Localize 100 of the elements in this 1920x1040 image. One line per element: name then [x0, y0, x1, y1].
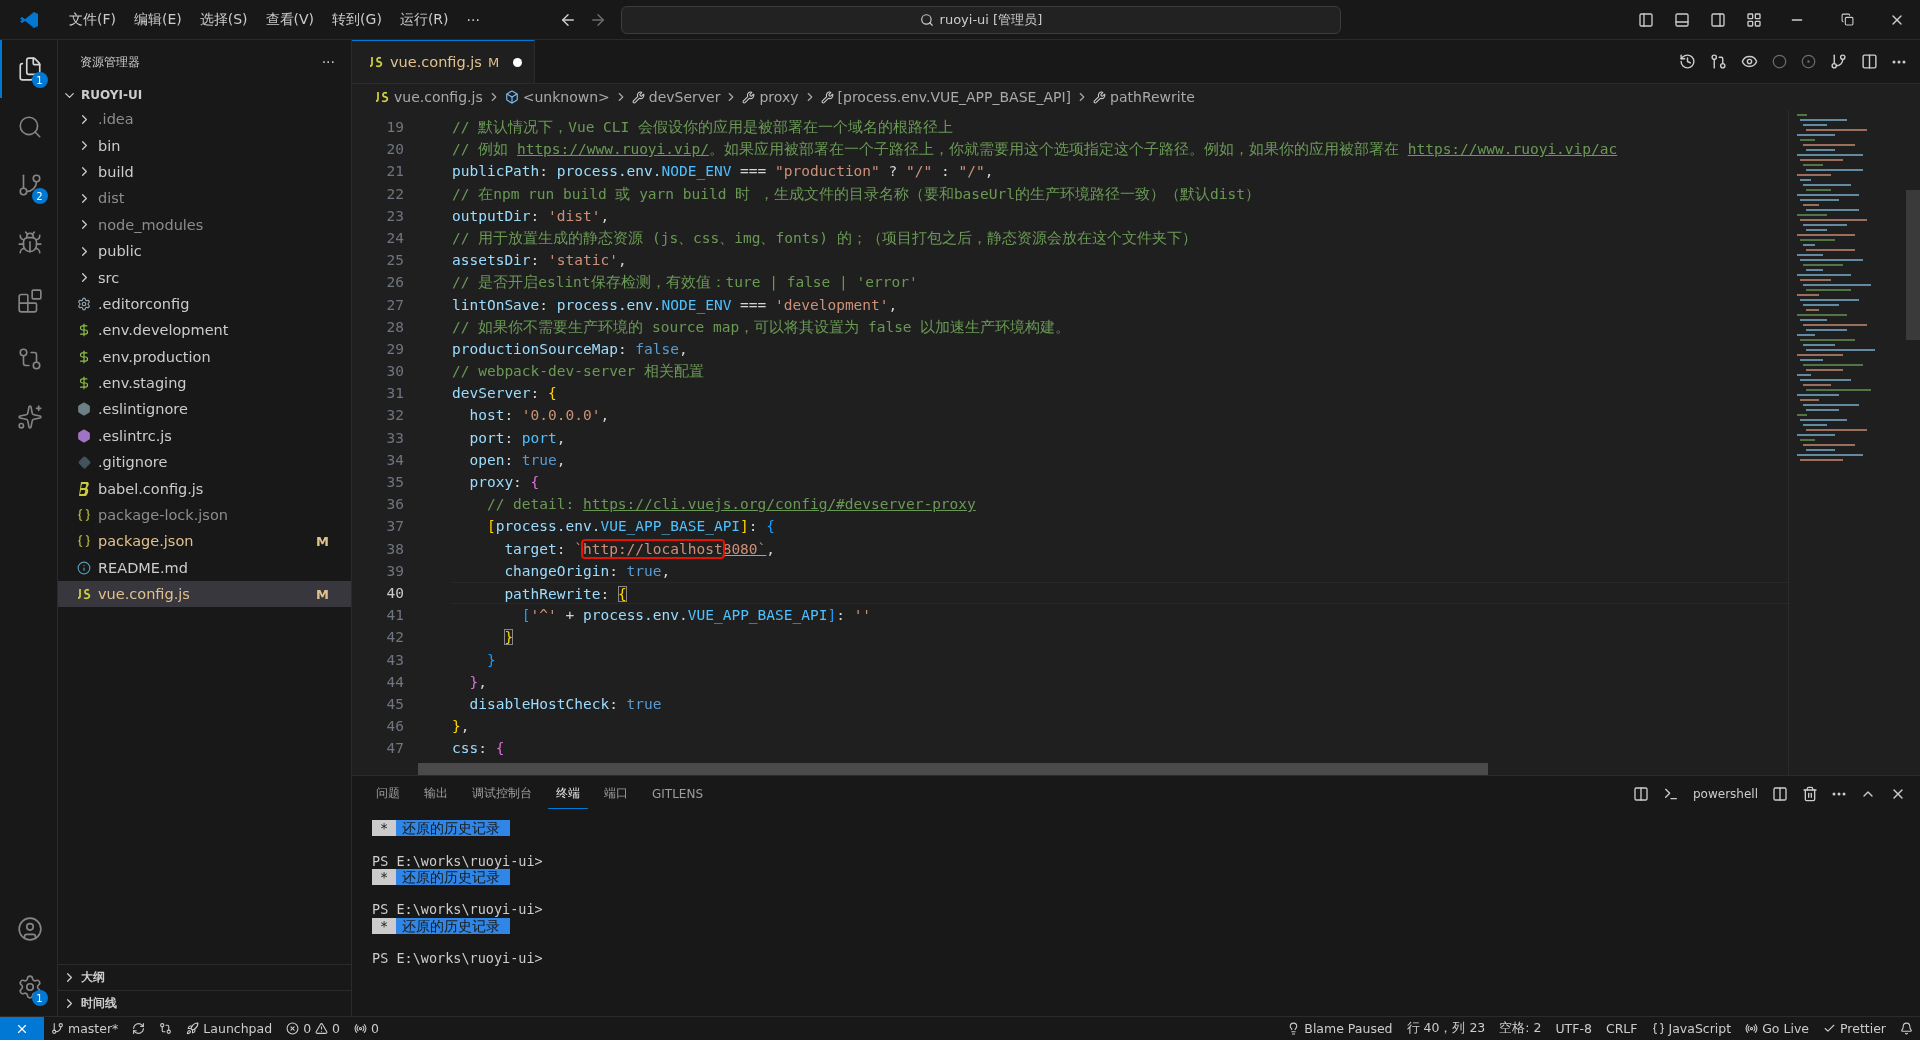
- info-icon: [77, 560, 91, 575]
- menu-item[interactable]: ···: [459, 7, 487, 32]
- folder-item[interactable]: public: [58, 237, 351, 265]
- terminal-name[interactable]: powershell: [1693, 787, 1758, 801]
- status-item[interactable]: CRLF: [1598, 1021, 1645, 1036]
- file-item[interactable]: babel.config.js: [58, 475, 351, 502]
- branch-circle-icon: [1830, 53, 1847, 70]
- menu-item[interactable]: 文件(F): [62, 6, 123, 33]
- braces-icon: [77, 508, 91, 523]
- file-item[interactable]: vue.config.js M: [58, 581, 351, 608]
- panel-tab[interactable]: 端口: [596, 779, 636, 809]
- menu-item[interactable]: 运行(R): [392, 6, 456, 33]
- file-item[interactable]: .eslintignore: [58, 396, 351, 423]
- file-item[interactable]: package-lock.json: [58, 501, 351, 529]
- more-actions[interactable]: ···: [321, 54, 335, 70]
- history-label: 还原的历史记录: [396, 869, 511, 886]
- breadcrumb-item[interactable]: [process.env.VUE_APP_BASE_API]: [820, 89, 1072, 105]
- code-line: }: [485, 650, 497, 670]
- panel-tab[interactable]: GITLENS: [644, 780, 712, 808]
- code-line: open: true,: [468, 450, 567, 470]
- line-number: 19: [386, 118, 404, 137]
- file-item[interactable]: .eslintrc.js: [58, 422, 351, 450]
- js-file-icon: [76, 588, 92, 601]
- code-line: // 是否开启eslint保存检测，有效值：ture | false | 'error': [452, 273, 919, 293]
- panel-tab[interactable]: 输出: [416, 779, 456, 809]
- file-item[interactable]: .gitignore: [58, 449, 351, 476]
- file-name: .eslintrc.js: [98, 427, 173, 444]
- folder-root[interactable]: RUOYI-UI: [58, 84, 351, 106]
- status-item[interactable]: 空格: 2: [1492, 1020, 1549, 1037]
- folder-item[interactable]: bin: [58, 132, 351, 159]
- more-icon[interactable]: [1832, 792, 1846, 796]
- sidebar-title: 资源管理器: [80, 53, 140, 71]
- line-number: 42: [386, 628, 404, 648]
- line-number: 44: [386, 672, 404, 692]
- branch-status[interactable]: master*: [44, 1021, 126, 1036]
- file-name: .env.development: [98, 322, 230, 339]
- code-line: disableHostCheck: true: [468, 694, 663, 714]
- menu-item[interactable]: 转到(G): [325, 6, 389, 33]
- braces-icon: [77, 534, 91, 549]
- code-line: }: [503, 628, 515, 648]
- code-line: css: {: [452, 739, 506, 759]
- history-marker: *: [372, 917, 397, 934]
- problems-status[interactable]: 0 0: [279, 1021, 348, 1036]
- launchpad-status[interactable]: Launchpad: [179, 1021, 280, 1036]
- file-item[interactable]: .env.production: [58, 343, 351, 370]
- breadcrumb-item[interactable]: vue.config.js: [374, 89, 483, 105]
- file-item[interactable]: README.md: [58, 554, 351, 582]
- file-item[interactable]: package.json M: [58, 528, 351, 555]
- status-item[interactable]: Go Live: [1738, 1021, 1816, 1036]
- line-number: 28: [386, 317, 404, 337]
- activity-bar-item[interactable]: 2: [0, 156, 58, 214]
- scrollbar-thumb[interactable]: [1906, 190, 1920, 340]
- file-item[interactable]: .editorconfig: [58, 290, 351, 318]
- line-number: 24: [386, 228, 404, 248]
- file-name: .gitignore: [98, 454, 169, 471]
- breadcrumb-item[interactable]: devServer: [631, 89, 721, 105]
- command-center-search[interactable]: ruoyi-ui [管理员]: [620, 5, 1341, 34]
- breadcrumb-item[interactable]: proxy: [742, 89, 799, 105]
- git-status: M: [316, 586, 329, 602]
- file-item[interactable]: .env.staging: [58, 369, 351, 397]
- status-item[interactable]: Prettier: [1816, 1021, 1893, 1036]
- status-item[interactable]: 行 40，列 23: [1399, 1020, 1493, 1037]
- count-badge: 1: [31, 990, 48, 1006]
- line-number: 35: [386, 473, 404, 492]
- menu-item[interactable]: 选择(S): [192, 6, 255, 33]
- history-marker: *: [372, 869, 397, 886]
- status-item[interactable]: UTF-8: [1548, 1021, 1599, 1036]
- hexagon-icon: [77, 402, 91, 417]
- section-header[interactable]: 大纲: [58, 964, 351, 990]
- status-item[interactable]: JavaScript: [1644, 1021, 1739, 1036]
- panel-tab[interactable]: 调试控制台: [464, 779, 540, 809]
- folder-item[interactable]: src: [58, 264, 351, 291]
- gear-icon: [77, 296, 91, 311]
- menu-item[interactable]: 编辑(E): [127, 6, 189, 33]
- folder-item[interactable]: dist: [58, 185, 351, 212]
- panel-tab[interactable]: 问题: [368, 779, 408, 809]
- source-control-icon: [16, 172, 43, 198]
- broadcast-icon: [354, 1022, 368, 1035]
- editor-tab[interactable]: vue.config.js M: [352, 40, 536, 83]
- code-line: },: [468, 672, 488, 692]
- folder-item[interactable]: .idea: [58, 106, 351, 133]
- breadcrumb-item[interactable]: <unknown>: [504, 89, 610, 105]
- file-name: node_modules: [98, 216, 205, 233]
- folder-item[interactable]: build: [58, 158, 351, 186]
- history-icon: [1679, 53, 1696, 70]
- dollar-icon: [77, 323, 91, 338]
- wrench-icon: [742, 90, 756, 104]
- panel-tab[interactable]: 终端: [548, 779, 588, 809]
- menu-item[interactable]: 查看(V): [258, 6, 322, 33]
- code-line: assetsDir: 'static',: [452, 251, 628, 271]
- file-item[interactable]: .env.development: [58, 317, 351, 344]
- wrench-icon: [820, 90, 834, 104]
- folder-item[interactable]: node_modules: [58, 211, 351, 238]
- git-status: M: [316, 533, 329, 549]
- status-item[interactable]: Blame Paused: [1280, 1021, 1400, 1036]
- ports-status[interactable]: 0: [347, 1021, 386, 1036]
- horizontal-scrollbar[interactable]: [418, 763, 1488, 775]
- activity-bar-item[interactable]: 1: [0, 958, 58, 1016]
- more-icon[interactable]: [1892, 59, 1906, 64]
- breadcrumb-item[interactable]: pathRewrite: [1093, 89, 1195, 105]
